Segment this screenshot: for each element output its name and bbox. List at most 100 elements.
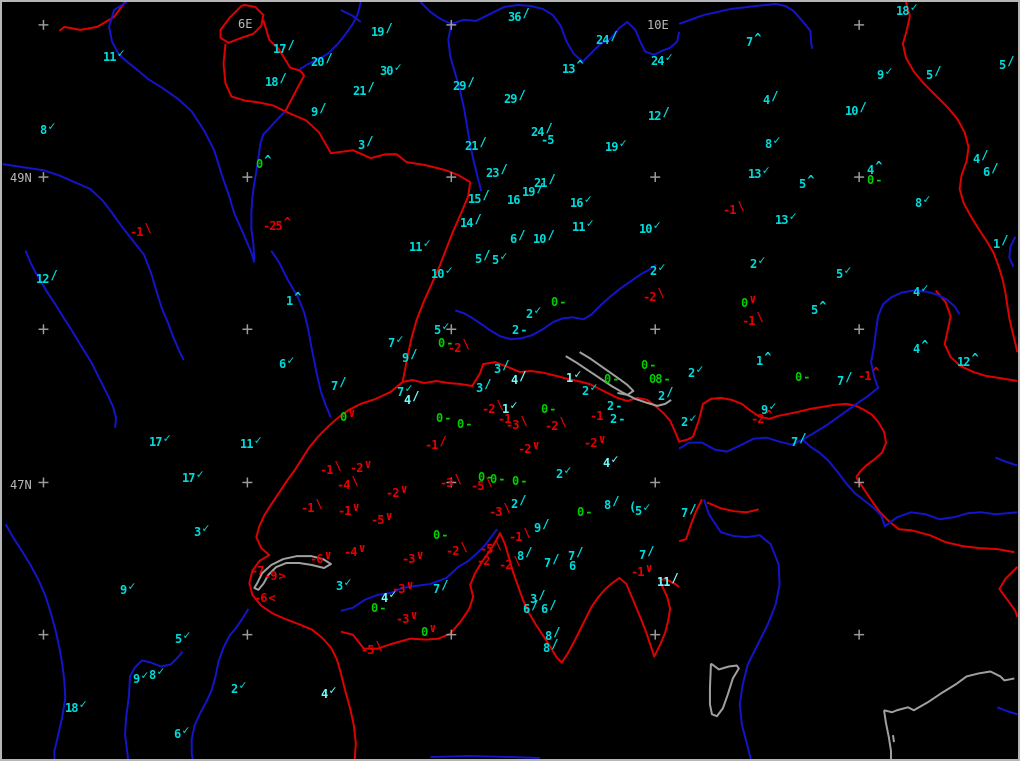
wind-barb-icon: / bbox=[366, 134, 374, 148]
temperature-value: 3 bbox=[476, 381, 483, 395]
wind-barb-icon: ✓ bbox=[254, 433, 262, 447]
wind-barb-icon: ✓ bbox=[396, 332, 404, 346]
temperature-value: -9 bbox=[264, 569, 277, 583]
station-plot: 2 ✓ bbox=[688, 363, 703, 379]
station-plot: 2 ✓ bbox=[582, 381, 597, 397]
temperature-value: 2 bbox=[607, 399, 614, 413]
temperature-value: 19 bbox=[371, 25, 384, 39]
wind-barb-icon: ∨ bbox=[645, 561, 653, 575]
station-plot: -2 ∨ bbox=[584, 433, 606, 449]
temperature-value: 7 bbox=[544, 556, 551, 570]
wind-barb-icon: ✓ bbox=[196, 467, 204, 481]
wind-barb-icon: - bbox=[615, 399, 623, 413]
station-plot: 5 ^ bbox=[811, 300, 826, 316]
wind-barb-icon: ^ bbox=[294, 290, 302, 304]
wind-barb-icon: ✓ bbox=[658, 260, 666, 274]
wind-barb-icon: \ bbox=[375, 639, 383, 653]
temperature-value: 1 bbox=[756, 354, 763, 368]
temperature-value: 8 bbox=[543, 641, 550, 655]
wind-barb-icon: ✓ bbox=[689, 411, 697, 425]
wind-barb-icon: \ bbox=[460, 540, 468, 554]
station-plot: 8 ✓ bbox=[149, 665, 164, 681]
wind-barb-icon: ✓ bbox=[183, 628, 191, 642]
temperature-value: -3 bbox=[506, 418, 519, 432]
station-plot: 6 bbox=[569, 560, 576, 572]
station-plot: 2 ✓ bbox=[231, 679, 246, 695]
station-plot: -2 ^ bbox=[751, 409, 773, 425]
wind-barb-icon: / bbox=[934, 64, 942, 78]
station-plot: 5 ✓ bbox=[492, 250, 507, 267]
wind-barb-icon: / bbox=[551, 637, 559, 651]
temperature-value: 2 bbox=[511, 497, 518, 511]
wind-barb-icon: \ bbox=[485, 475, 493, 489]
temperature-value: 5 bbox=[635, 504, 642, 518]
wind-barb-icon: ✓ bbox=[921, 281, 929, 295]
temperature-value: 21 bbox=[465, 139, 478, 153]
station-plot: 8 ✓ bbox=[765, 134, 780, 150]
wind-barb-icon: ∨ bbox=[429, 621, 437, 635]
border-line bbox=[901, 2, 1018, 353]
temperature-value: 1 bbox=[286, 294, 293, 308]
temperature-value: 2 bbox=[681, 415, 688, 429]
temperature-value: 9 bbox=[133, 672, 140, 686]
temperature-value: -1 bbox=[509, 530, 522, 544]
station-plot: 4/ bbox=[404, 390, 419, 406]
border-line bbox=[998, 566, 1018, 618]
wind-barb-icon: \ bbox=[657, 286, 665, 300]
station-plot: -4 \ bbox=[337, 475, 359, 491]
station-plot: -2 \ bbox=[448, 338, 470, 354]
station-plot: 7/ bbox=[791, 432, 806, 448]
wind-barb-icon: / bbox=[483, 248, 491, 262]
wind-barb-icon: ✓ bbox=[500, 249, 508, 263]
station-plot: 9/ bbox=[402, 348, 417, 364]
wind-barb-icon: - bbox=[441, 528, 449, 542]
temperature-value: 30 bbox=[380, 64, 393, 78]
temperature-value: 0 bbox=[436, 411, 443, 425]
station-plot: 8 ✓ bbox=[40, 120, 55, 136]
temperature-value: 11 bbox=[103, 50, 116, 64]
temperature-value: 0 bbox=[867, 173, 874, 187]
wind-barb-icon: ^ bbox=[765, 408, 773, 422]
temperature-value: 2 bbox=[556, 467, 563, 481]
river-line bbox=[270, 250, 332, 419]
station-plot: 0- bbox=[541, 403, 556, 415]
wind-barb-icon: / bbox=[441, 578, 449, 592]
wind-barb-icon: / bbox=[412, 389, 420, 403]
station-plot: 4 ✓ bbox=[603, 453, 618, 469]
temperature-value: -2 bbox=[477, 554, 490, 568]
temperature-value: -2 bbox=[386, 486, 399, 500]
temperature-value: 5 bbox=[492, 253, 499, 267]
temperature-value: 0 bbox=[795, 370, 802, 384]
station-plot: 20/ bbox=[311, 52, 333, 68]
temperature-value: 6 bbox=[279, 357, 286, 371]
wind-barb-icon: ✓ bbox=[128, 579, 136, 593]
wind-barb-icon: < bbox=[268, 591, 276, 605]
temperature-value: 18 bbox=[65, 701, 78, 715]
temperature-value: -1 bbox=[338, 504, 351, 518]
station-plot: -1/ bbox=[425, 435, 447, 451]
temperature-value: 2 bbox=[526, 307, 533, 321]
wind-barb-icon: ∨ bbox=[358, 541, 366, 555]
wind-barb-icon: / bbox=[287, 38, 295, 52]
station-plot: -3 \ bbox=[440, 473, 462, 489]
station-plot: 2 ✓ bbox=[650, 261, 665, 277]
station-plot: 9/ bbox=[534, 518, 549, 534]
wind-barb-icon: ✓ bbox=[653, 218, 661, 232]
station-plot: 10/ bbox=[533, 229, 555, 245]
temperature-value: 3 bbox=[194, 525, 201, 539]
wind-barb-icon: / bbox=[647, 544, 655, 558]
station-plot: 5/ bbox=[475, 249, 490, 265]
wind-barb-icon: / bbox=[482, 188, 490, 202]
station-plot: -3 \ bbox=[506, 415, 528, 432]
temperature-value: -1 bbox=[858, 369, 871, 383]
station-plot: 0- bbox=[795, 371, 810, 383]
border-line bbox=[58, 2, 126, 32]
station-plot: 9 ✓ bbox=[877, 65, 892, 81]
weather-map-window: 6E 10E 49N 47N 11 ✓ 8 ✓ 17/20/18/9/0 ^ -1 \ -25 ^… bbox=[0, 0, 1020, 761]
temperature-value: 5 bbox=[836, 267, 843, 281]
wind-barb-icon: ^ bbox=[264, 153, 272, 167]
temperature-value: 2 bbox=[750, 257, 757, 271]
temperature-value: 29 bbox=[504, 92, 517, 106]
station-plot: 4/ bbox=[763, 90, 778, 106]
station-plot: 24/ bbox=[596, 30, 618, 46]
